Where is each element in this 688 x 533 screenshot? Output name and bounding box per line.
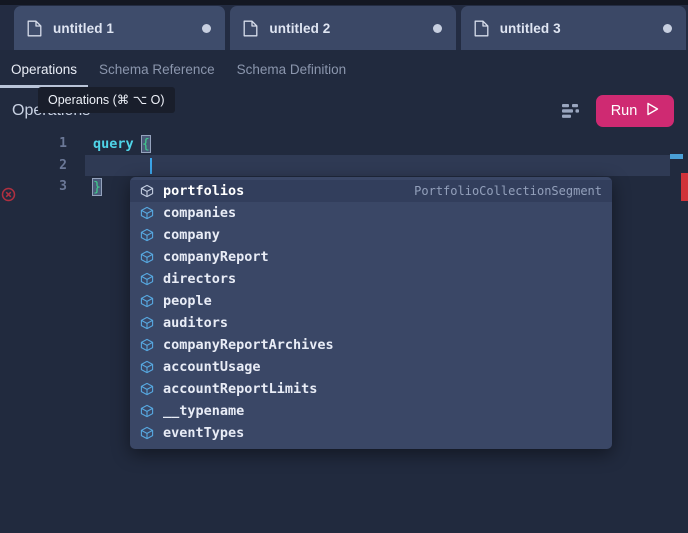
nav-bar: Operations Schema Reference Schema Definit… — [0, 50, 688, 88]
line-number: 3 — [59, 179, 67, 195]
prettify-icon[interactable] — [558, 98, 584, 124]
line-number: 2 — [59, 157, 67, 173]
autocomplete-item[interactable]: auditors — [130, 312, 612, 334]
tab-bar: untitled 1 untitled 2 untitled 3 — [0, 5, 688, 50]
autocomplete-item[interactable]: accountUsage — [130, 356, 612, 378]
tab-3[interactable]: untitled 3 — [460, 6, 686, 50]
nav-item-operations[interactable]: Operations — [0, 50, 89, 88]
tab-label: untitled 2 — [269, 20, 331, 36]
autocomplete-item[interactable]: eventTypes — [130, 422, 612, 444]
cube-icon — [140, 426, 163, 440]
autocomplete-item-label: accountReportLimits — [163, 381, 318, 397]
editor-minimap-rail[interactable] — [670, 133, 688, 533]
active-line-highlight — [85, 154, 670, 176]
code-text: } — [91, 177, 103, 196]
cube-icon — [140, 360, 163, 374]
cube-icon — [140, 272, 163, 286]
autocomplete-item-label: companyReport — [163, 249, 269, 265]
document-icon — [243, 20, 269, 37]
code-text: query { — [93, 134, 151, 153]
tab-2[interactable]: untitled 2 — [230, 6, 456, 50]
autocomplete-item-label: companyReportArchives — [163, 337, 334, 353]
nav-item-schema-definition[interactable]: Schema Definition — [237, 50, 347, 88]
autocomplete-item-label: portfolios — [163, 183, 245, 199]
run-button-label: Run — [610, 102, 638, 119]
autocomplete-item-label: auditors — [163, 315, 229, 331]
cube-icon — [140, 316, 163, 330]
autocomplete-item[interactable]: portfolios PortfolioCollectionSegment — [130, 180, 612, 202]
autocomplete-item[interactable]: companies — [130, 202, 612, 224]
document-icon — [474, 20, 500, 37]
line-number: 1 — [59, 136, 67, 152]
text-cursor — [150, 157, 152, 174]
autocomplete-item[interactable]: company — [130, 224, 612, 246]
cube-icon — [140, 228, 163, 242]
cube-icon — [140, 338, 163, 352]
minimap-error-marker — [681, 173, 688, 201]
code-line[interactable]: 1 query { — [0, 133, 688, 155]
autocomplete-item[interactable]: companyReportArchives — [130, 334, 612, 356]
tab-label: untitled 3 — [499, 20, 561, 36]
minimap-cursor-marker — [670, 154, 683, 159]
autocomplete-item-label: accountUsage — [163, 359, 261, 375]
autocomplete-item-label: company — [163, 227, 220, 243]
unsaved-dot[interactable] — [663, 23, 672, 33]
autocomplete-item[interactable]: people — [130, 290, 612, 312]
cube-icon — [140, 206, 163, 220]
autocomplete-item-label: companies — [163, 205, 237, 221]
autocomplete-item-label: __typename — [163, 403, 245, 419]
play-icon — [646, 102, 659, 120]
operations-tooltip: Operations (⌘ ⌥ O) — [38, 87, 175, 113]
autocomplete-item-type: PortfolioCollectionSegment — [414, 184, 602, 198]
tab-1[interactable]: untitled 1 — [14, 6, 226, 50]
tab-label: untitled 1 — [53, 20, 114, 36]
autocomplete-item[interactable]: directors — [130, 268, 612, 290]
autocomplete-item-label: eventTypes — [163, 425, 245, 441]
cube-icon — [140, 404, 163, 418]
cube-icon — [140, 184, 163, 198]
autocomplete-item[interactable]: accountReportLimits — [130, 378, 612, 400]
unsaved-dot[interactable] — [202, 23, 212, 33]
graphql-ide-window: untitled 1 untitled 2 untitled 3 Operation… — [0, 0, 688, 533]
code-line[interactable]: 2 — [0, 154, 688, 176]
autocomplete-item-label: directors — [163, 271, 237, 287]
autocomplete-item-label: people — [163, 293, 212, 309]
run-button[interactable]: Run — [596, 94, 674, 127]
document-icon — [27, 20, 53, 37]
cube-icon — [140, 294, 163, 308]
cube-icon — [140, 382, 163, 396]
cube-icon — [140, 250, 163, 264]
autocomplete-item[interactable]: __typename — [130, 400, 612, 422]
unsaved-dot[interactable] — [432, 23, 442, 33]
nav-item-schema-reference[interactable]: Schema Reference — [99, 50, 215, 88]
autocomplete-item[interactable]: companyReport — [130, 246, 612, 268]
autocomplete-popup[interactable]: portfolios PortfolioCollectionSegment comp… — [130, 177, 612, 449]
